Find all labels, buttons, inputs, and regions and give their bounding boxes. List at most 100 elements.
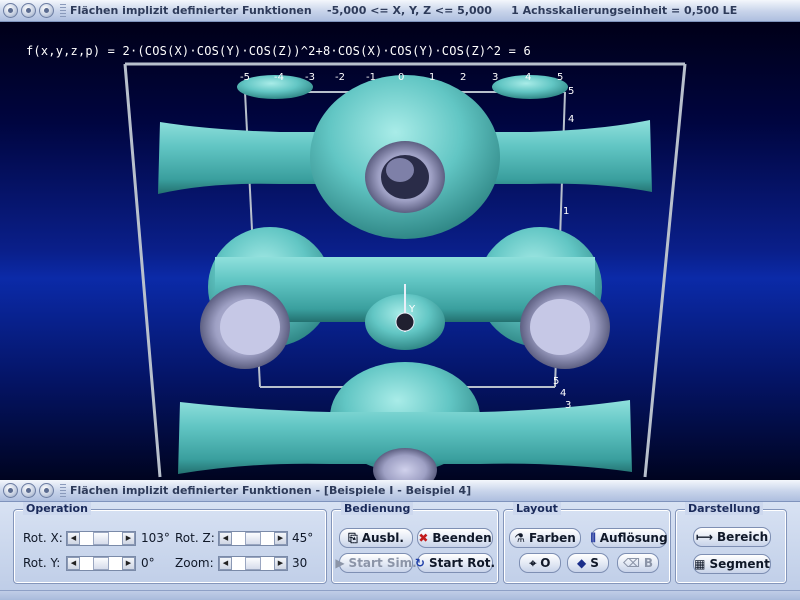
titlebar-grip-icon (60, 3, 66, 18)
origin-marker (395, 312, 415, 332)
x-tick-label: -5 (240, 72, 250, 83)
start-rotation-button[interactable]: ↻ Start Rot. (415, 553, 495, 573)
zoom-value: 30 (292, 556, 308, 570)
minimize-icon (26, 488, 31, 493)
x-tick-label: 0 (398, 72, 405, 83)
rot-x-label: Rot. X: (23, 531, 63, 545)
rot-x-slider[interactable]: ◀ ▶ (66, 531, 136, 546)
formula-text: f(x,y,z,p) = 2·(COS(X)·COS(Y)·COS(Z))^2+… (26, 44, 531, 58)
eraser-icon: ⌫ (622, 556, 640, 570)
x-tick-label: -4 (274, 72, 284, 83)
segment-button[interactable]: ▦ Segment (693, 554, 771, 574)
x-tick-label: 4 (525, 72, 532, 83)
play-icon: ▶ (335, 556, 345, 570)
status-bar (0, 590, 800, 600)
surface-upper-tube (158, 75, 652, 239)
zoom-slider[interactable]: ◀ ▶ (218, 556, 288, 571)
child-maximize-button[interactable] (39, 483, 54, 498)
start-simulation-label: Start Sim. (348, 556, 417, 570)
x-tick-label: -1 (366, 72, 376, 83)
slider-left-arrow-icon[interactable]: ◀ (219, 557, 232, 570)
colors-button-label: Farben (528, 531, 576, 545)
range-button-label: Bereich (717, 530, 769, 544)
slider-thumb[interactable] (93, 532, 109, 545)
surface-toggle-button[interactable]: ◆ S (567, 553, 609, 573)
slider-thumb[interactable] (245, 557, 261, 570)
titlebar-grip-icon (60, 483, 66, 498)
z-tick-label: 1 (563, 206, 570, 217)
range-arrows-icon: ⟼ (695, 530, 714, 544)
x-tick-label: 5 (557, 72, 564, 83)
control-panel: Operation Rot. X: ◀ ▶ 103° Rot. Z: ◀ ▶ 4… (0, 502, 800, 600)
z-tick-label: 4 (560, 388, 567, 399)
origin-toggle-button[interactable]: ⌖ O (519, 553, 561, 573)
x-tick-label: 1 (429, 72, 436, 83)
axis-label-y: Y (409, 304, 416, 315)
rot-z-value: 45° (292, 531, 314, 545)
hide-button[interactable]: ⎘ Ausbl. (339, 528, 413, 548)
rot-x-value: 103° (141, 531, 170, 545)
child-close-button[interactable] (3, 483, 18, 498)
x-tick-label: 2 (460, 72, 467, 83)
slider-right-arrow-icon[interactable]: ▶ (122, 532, 135, 545)
resolution-button-label: Auflösung (599, 531, 668, 545)
segment-button-label: Segment (709, 557, 770, 571)
child-window-title: Flächen implizit definierter Funktionen … (70, 484, 472, 497)
bedienung-group: Bedienung ⎘ Ausbl. ✖ Beenden ▶ Start Sim. ↻… (331, 502, 499, 584)
bedienung-group-label: Bedienung (341, 502, 414, 515)
child-titlebar: Flächen implizit definierter Funktionen … (0, 480, 800, 502)
b-toggle-button[interactable]: ⌫ B (617, 553, 659, 573)
z-tick-label: 4 (568, 114, 575, 125)
minimize-icon (26, 8, 31, 13)
hide-button-label: Ausbl. (361, 531, 404, 545)
surface-toggle-label: S (590, 556, 599, 570)
exit-button[interactable]: ✖ Beenden (417, 528, 493, 548)
slider-thumb[interactable] (93, 557, 109, 570)
close-window-button[interactable] (3, 3, 18, 18)
slider-left-arrow-icon[interactable]: ◀ (67, 532, 80, 545)
close-icon (8, 8, 13, 13)
slider-left-arrow-icon[interactable]: ◀ (67, 557, 80, 570)
zoom-label: Zoom: (175, 556, 214, 570)
z-tick-label: 5 (568, 86, 575, 97)
paint-bucket-icon: ⚗ (514, 531, 525, 545)
darstellung-group: Darstellung ⟼ Bereich ▦ Segment (675, 502, 787, 584)
slider-right-arrow-icon[interactable]: ▶ (122, 557, 135, 570)
slider-right-arrow-icon[interactable]: ▶ (274, 557, 287, 570)
surface-icon: ◆ (577, 556, 587, 570)
close-icon (8, 488, 13, 493)
slider-thumb[interactable] (245, 532, 261, 545)
z-tick-label: 5 (553, 376, 560, 387)
exit-button-label: Beenden (432, 531, 492, 545)
maximize-icon (44, 488, 49, 493)
maximize-icon (44, 8, 49, 13)
layout-group: Layout ⚗ Farben ⦀ Auflösung ⌖ O ◆ S ⌫ B (503, 502, 671, 584)
rot-z-slider[interactable]: ◀ ▶ (218, 531, 288, 546)
layout-group-label: Layout (513, 502, 561, 515)
range-button[interactable]: ⟼ Bereich (693, 527, 771, 547)
rot-z-label: Rot. Z: (175, 531, 215, 545)
window-title: Flächen implizit definierter Funktionen … (70, 4, 738, 17)
darstellung-group-label: Darstellung (685, 502, 764, 515)
table-icon: ▦ (694, 557, 706, 571)
b-toggle-label: B (643, 556, 654, 570)
minimize-window-button[interactable] (21, 3, 36, 18)
close-icon: ✖ (418, 531, 429, 545)
origin-toggle-label: O (540, 556, 551, 570)
rot-y-slider[interactable]: ◀ ▶ (66, 556, 136, 571)
main-titlebar: Flächen implizit definierter Funktionen … (0, 0, 800, 22)
maximize-window-button[interactable] (39, 3, 54, 18)
surface-render (123, 62, 687, 480)
child-minimize-button[interactable] (21, 483, 36, 498)
resolution-button[interactable]: ⦀ Auflösung (590, 528, 668, 548)
start-simulation-button[interactable]: ▶ Start Sim. (335, 553, 417, 573)
crosshair-icon: ⌖ (529, 555, 537, 570)
colors-button[interactable]: ⚗ Farben (509, 528, 581, 548)
grid-lines-icon: ⦀ (590, 530, 596, 545)
slider-right-arrow-icon[interactable]: ▶ (274, 532, 287, 545)
slider-left-arrow-icon[interactable]: ◀ (219, 532, 232, 545)
z-tick-label: 3 (565, 400, 572, 411)
3d-plot-view[interactable]: f(x,y,z,p) = 2·(COS(X)·COS(Y)·COS(Z))^2+… (0, 22, 800, 480)
rot-y-value: 0° (141, 556, 155, 570)
operation-group: Operation Rot. X: ◀ ▶ 103° Rot. Z: ◀ ▶ 4… (13, 502, 327, 584)
